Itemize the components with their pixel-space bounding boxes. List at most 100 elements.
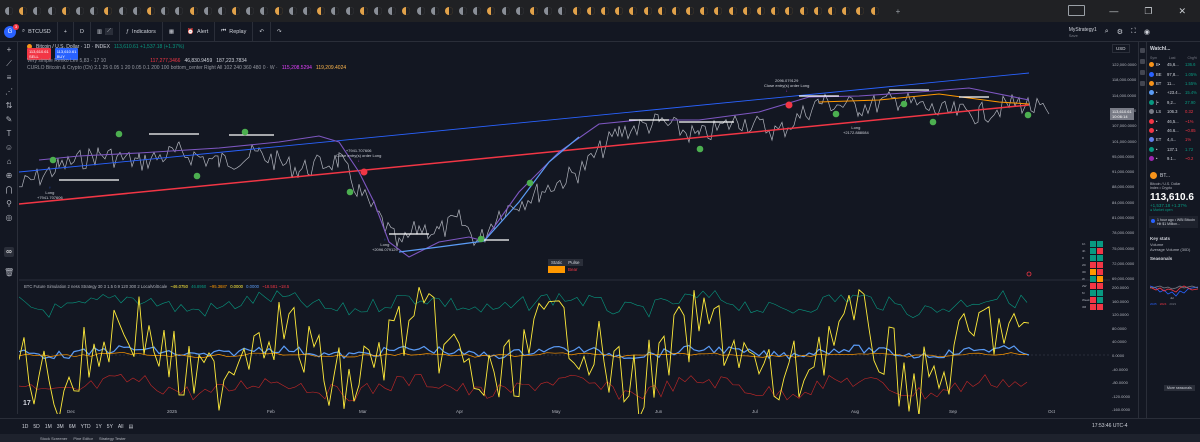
- seasonals-chart[interactable]: Jul 2025 2024 2023: [1149, 264, 1199, 308]
- browser-tab[interactable]: [314, 3, 328, 19]
- browser-tab[interactable]: [343, 3, 357, 19]
- col-chg[interactable]: Chg%: [1187, 56, 1197, 60]
- browser-tab[interactable]: [740, 3, 754, 19]
- browser-tab[interactable]: [229, 3, 243, 19]
- browser-tab[interactable]: [73, 3, 87, 19]
- time-axis[interactable]: Dec 2025 Feb Mar Apr May Jun Jul Aug Sep Oct: [19, 408, 1110, 416]
- browser-tab[interactable]: [116, 3, 130, 19]
- browser-tab[interactable]: [130, 3, 144, 19]
- browser-tab[interactable]: [456, 3, 470, 19]
- browser-tab[interactable]: [144, 3, 158, 19]
- browser-tab[interactable]: [527, 3, 541, 19]
- fullscreen-icon[interactable]: ⛶: [1131, 28, 1136, 36]
- indicator1-name[interactable]: Very simple Renko Lev 5,83 · 17 10: [27, 58, 106, 64]
- browser-tab[interactable]: [16, 3, 30, 19]
- settings-icon[interactable]: ⚙: [1117, 28, 1123, 36]
- replay-button[interactable]: ⏮ Replay: [215, 21, 254, 42]
- browser-tab[interactable]: [584, 3, 598, 19]
- chart-canvas[interactable]: [19, 42, 1110, 414]
- browser-tab[interactable]: [328, 3, 342, 19]
- chat-icon[interactable]: [1140, 70, 1145, 75]
- brush-icon[interactable]: ✎: [4, 115, 14, 125]
- watchlist-row[interactable]: • 9.1... ~0.2: [1147, 154, 1200, 163]
- clock[interactable]: 17:53:46 UTC-4: [1092, 423, 1128, 429]
- search-icon-2[interactable]: ⌕: [1105, 28, 1109, 36]
- camera-icon[interactable]: ◉: [1144, 28, 1150, 36]
- chart-area[interactable]: Bitcoin / U.S. Dollar · 1D · INDEX 113,6…: [19, 42, 1136, 414]
- smiley-icon[interactable]: ☺: [4, 143, 14, 153]
- bottom-tab[interactable]: Strategy Tester: [99, 436, 126, 441]
- browser-tab[interactable]: [470, 3, 484, 19]
- browser-tab[interactable]: [867, 3, 881, 19]
- layout-menu[interactable]: MyStrategy1 Save: [1069, 27, 1097, 38]
- browser-tab[interactable]: [2, 3, 16, 19]
- watchlist-row[interactable]: LS 106.3 0.32: [1147, 107, 1200, 116]
- trendline-icon[interactable]: ⟋: [4, 59, 14, 69]
- news-item[interactable]: 1 hour ago • WBI Bitcoin Hit $1 Million.…: [1149, 216, 1198, 229]
- range-button[interactable]: 1Y: [96, 424, 102, 430]
- new-tab-button[interactable]: +: [896, 7, 901, 16]
- range-button[interactable]: 3M: [57, 424, 64, 430]
- browser-tab[interactable]: [428, 3, 442, 19]
- browser-tab[interactable]: [839, 3, 853, 19]
- link-icon[interactable]: ∞: [4, 247, 14, 257]
- browser-tab[interactable]: [215, 3, 229, 19]
- browser-tab[interactable]: [357, 3, 371, 19]
- browser-tab[interactable]: [754, 3, 768, 19]
- text-icon[interactable]: T: [4, 129, 14, 139]
- browser-tab[interactable]: [541, 3, 555, 19]
- watchlist-row[interactable]: ET 4,4... 1%: [1147, 135, 1200, 144]
- browser-tab[interactable]: [711, 3, 725, 19]
- browser-tab[interactable]: [626, 3, 640, 19]
- user-avatar[interactable]: G3: [4, 23, 19, 38]
- browser-tab[interactable]: [499, 3, 513, 19]
- undo-button[interactable]: ↶: [253, 21, 271, 42]
- close-window-button[interactable]: ✕: [1178, 6, 1186, 17]
- indicators-button[interactable]: ƒ Indicators: [120, 21, 163, 42]
- browser-tab[interactable]: [655, 3, 669, 19]
- browser-tab[interactable]: [45, 3, 59, 19]
- zoom-icon[interactable]: ⊕: [4, 171, 14, 181]
- browser-tab[interactable]: [825, 3, 839, 19]
- watchlist-row[interactable]: • 46,5... ~1%: [1147, 116, 1200, 125]
- browser-tab[interactable]: [186, 3, 200, 19]
- watchlist-row[interactable]: BE 97,8... 1.05%: [1147, 69, 1200, 78]
- bottom-tab[interactable]: Pine Editor: [73, 436, 93, 441]
- browser-tab[interactable]: [300, 3, 314, 19]
- eye-icon[interactable]: ◎: [4, 213, 14, 223]
- browser-tab[interactable]: [612, 3, 626, 19]
- range-button[interactable]: 5D: [33, 424, 39, 430]
- maximize-button[interactable]: ❐: [1144, 6, 1152, 17]
- alerts-icon[interactable]: [1140, 59, 1145, 64]
- browser-tab[interactable]: [243, 3, 257, 19]
- browser-tab[interactable]: [811, 3, 825, 19]
- alert-button[interactable]: ⏰ Alert: [181, 21, 216, 42]
- browser-tab[interactable]: [797, 3, 811, 19]
- fib-icon[interactable]: ≡: [4, 73, 14, 83]
- more-seasonals-button[interactable]: More seasonals: [1164, 385, 1195, 391]
- browser-tab[interactable]: [484, 3, 498, 19]
- browser-tab[interactable]: [669, 3, 683, 19]
- crosshair-icon[interactable]: +: [4, 45, 14, 55]
- watchlist-row[interactable]: • +23.4... 15.4%: [1147, 88, 1200, 97]
- osc-name[interactable]: BTC Future Simulation 2 ness Strategy 30…: [24, 284, 167, 289]
- browser-tab[interactable]: [555, 3, 569, 19]
- browser-tab[interactable]: [101, 3, 115, 19]
- browser-tab[interactable]: [640, 3, 654, 19]
- trash-icon[interactable]: 🗑: [4, 268, 14, 278]
- col-last[interactable]: Last: [1169, 56, 1176, 60]
- tradingview-logo[interactable]: 17: [23, 400, 31, 407]
- interval-button[interactable]: D: [74, 21, 91, 42]
- watchlist-row[interactable]: • 46.6... ~0.85: [1147, 126, 1200, 135]
- watchlist-row[interactable]: • 137.1 1.72: [1147, 145, 1200, 154]
- symbol-search[interactable]: ⌕ BTCUSD: [16, 21, 58, 42]
- browser-tab[interactable]: [598, 3, 612, 19]
- browser-tab[interactable]: [413, 3, 427, 19]
- prediction-icon[interactable]: ⇅: [4, 101, 14, 111]
- browser-tab[interactable]: [570, 3, 584, 19]
- details-symbol[interactable]: BT...: [1147, 169, 1200, 182]
- calendar-icon[interactable]: [1140, 81, 1145, 86]
- browser-tab[interactable]: [399, 3, 413, 19]
- browser-tab[interactable]: [30, 3, 44, 19]
- browser-tab[interactable]: [853, 3, 867, 19]
